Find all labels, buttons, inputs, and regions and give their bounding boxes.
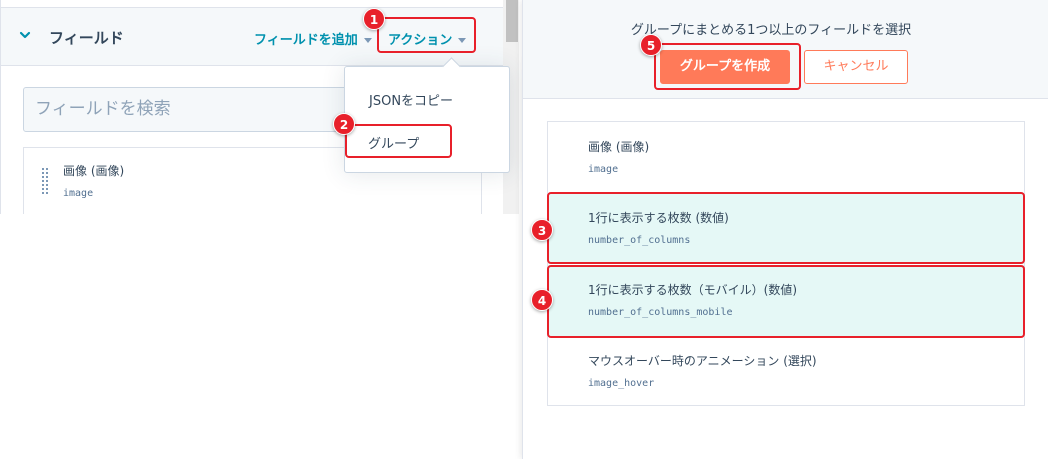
caret-down-icon (363, 38, 372, 43)
cancel-button[interactable]: キャンセル (804, 50, 908, 84)
annotation-badge: 3 (531, 219, 553, 241)
scrollbar-thumb[interactable] (506, 0, 518, 42)
highlight-row-columns-mobile (547, 265, 1025, 338)
highlight-row-columns (547, 192, 1025, 264)
annotation-badge: 1 (363, 8, 385, 30)
screen: フィールド フィールドを追加 アクション フィールドを検索 画像 (画像) im… (0, 0, 1048, 459)
fields-title: フィールド (49, 29, 124, 47)
fields-panel: フィールド フィールドを追加 アクション フィールドを検索 画像 (画像) im… (0, 0, 520, 459)
drag-handle-icon[interactable] (42, 168, 48, 194)
add-field-button[interactable]: フィールドを追加 (254, 29, 372, 48)
highlight-group-item (345, 124, 452, 158)
list-item[interactable]: マウスオーバー時のアニメーション (選択) image_hover (548, 336, 1024, 407)
list-item-key: image (588, 164, 619, 175)
field-name: 画像 (画像) (63, 164, 125, 178)
menu-item-copy-json[interactable]: JSONをコピー (369, 90, 453, 109)
group-selection-title: グループにまとめる1つ以上のフィールドを選択 (630, 23, 912, 38)
annotation-badge: 2 (333, 113, 355, 135)
group-selection-panel: グループにまとめる1つ以上のフィールドを選択 グループを作成 キャンセル 画像 … (522, 0, 1048, 459)
annotation-badge: 4 (531, 289, 553, 311)
list-item-key: image_hover (588, 378, 655, 389)
highlight-actions (377, 17, 476, 53)
list-item[interactable]: 画像 (画像) image (548, 122, 1024, 193)
chevron-down-icon[interactable] (18, 28, 32, 42)
add-field-label: フィールドを追加 (254, 33, 358, 48)
search-placeholder: フィールドを検索 (35, 99, 171, 119)
list-item-name: 画像 (画像) (588, 140, 650, 154)
annotation-badge: 5 (640, 34, 662, 56)
highlight-create-group (654, 43, 801, 90)
list-item-name: マウスオーバー時のアニメーション (選択) (588, 354, 817, 368)
field-key: image (63, 188, 94, 199)
